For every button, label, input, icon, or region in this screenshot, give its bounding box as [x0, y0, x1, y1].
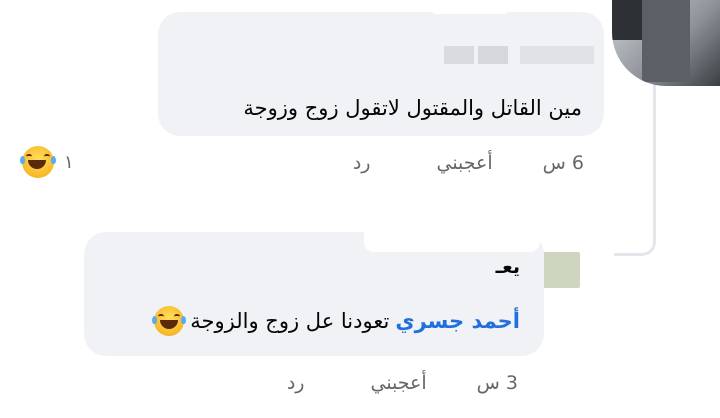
reply-avatar[interactable] — [540, 252, 580, 288]
avatar-pixelation — [642, 0, 690, 82]
like-button[interactable]: أعجبني — [436, 152, 492, 174]
reply-text-line: أحمد جسري تعودنا عل زوج والزوجة — [152, 306, 520, 336]
redaction-cover — [430, 0, 510, 14]
redaction-cover — [364, 226, 540, 252]
reply-button[interactable]: رد — [353, 152, 371, 174]
commenter-name-redacted — [478, 46, 508, 64]
comment-timestamp[interactable]: 6 س — [543, 152, 584, 174]
reply-button[interactable]: رد — [287, 372, 305, 394]
reaction-count: ١ — [64, 151, 74, 173]
mention-link[interactable]: أحمد جسري — [395, 309, 520, 333]
commenter-name-redacted — [444, 46, 474, 64]
comment-text: مين القاتل والمقتول لاتقول زوج وزوجة — [243, 96, 582, 120]
avatar-pixelation — [612, 0, 642, 40]
reply-text: تعودنا عل زوج والزوجة — [190, 309, 390, 333]
reply-author-name[interactable]: يعـ — [496, 256, 520, 278]
reaction-summary[interactable]: ١ — [20, 146, 74, 178]
laughing-tears-icon — [152, 306, 187, 336]
comment-bubble: مين القاتل والمقتول لاتقول زوج وزوجة — [158, 12, 604, 136]
reply-timestamp[interactable]: 3 س — [477, 372, 518, 394]
comment-actions: 6 س أعجبني رد — [353, 152, 584, 174]
commenter-name-redacted[interactable] — [520, 46, 594, 64]
laughing-tears-icon — [20, 146, 56, 178]
like-button[interactable]: أعجبني — [370, 372, 426, 394]
reply-actions: 3 س أعجبني رد — [287, 372, 518, 394]
